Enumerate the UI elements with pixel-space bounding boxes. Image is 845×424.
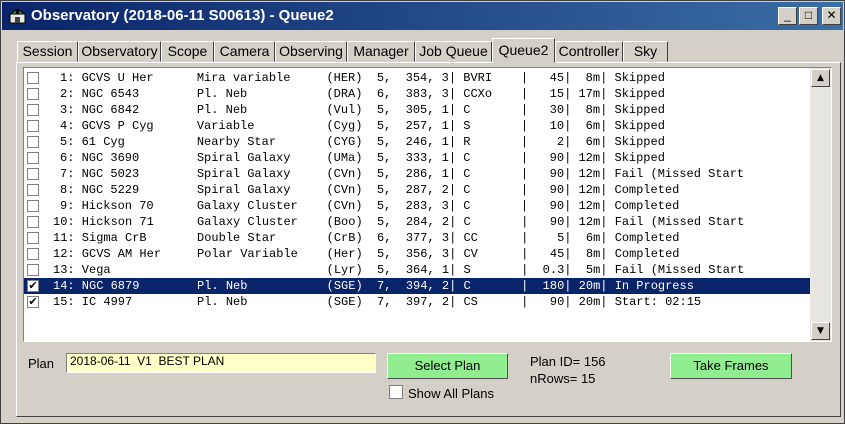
minimize-button[interactable]: _ — [778, 7, 797, 25]
scroll-up-button[interactable]: ▲ — [811, 69, 830, 87]
queue-row[interactable]: 5: 61 Cyg Nearby Star (CYG) 5, 246, 1| R… — [24, 134, 810, 150]
tab-session[interactable]: Session — [17, 41, 78, 62]
queue-row[interactable]: 2: NGC 6543 Pl. Neb (DRA) 6, 383, 3| CCX… — [24, 86, 810, 102]
queue-row[interactable]: 10: Hickson 71 Galaxy Cluster (Boo) 5, 2… — [24, 214, 810, 230]
row-checkbox[interactable] — [27, 184, 39, 196]
queue-row-text: 11: Sigma CrB Double Star (CrB) 6, 377, … — [53, 231, 680, 245]
row-checkbox[interactable] — [27, 232, 39, 244]
tab-sky[interactable]: Sky — [623, 41, 668, 62]
tab-scope[interactable]: Scope — [161, 41, 214, 62]
queue-row-text: 5: 61 Cyg Nearby Star (CYG) 5, 246, 1| R… — [60, 135, 665, 149]
queue-row-text: 10: Hickson 71 Galaxy Cluster (Boo) 5, 2… — [53, 215, 745, 229]
queue-row[interactable]: 3: NGC 6842 Pl. Neb (Vul) 5, 305, 1| C |… — [24, 102, 810, 118]
row-checkbox[interactable] — [27, 72, 39, 84]
queue-row[interactable]: 8: NGC 5229 Spiral Galaxy (CVn) 5, 287, … — [24, 182, 810, 198]
plan-id-readout: Plan ID= 156 — [530, 354, 606, 369]
tab-job-queue[interactable]: Job Queue — [415, 41, 492, 62]
tab-observatory[interactable]: Observatory — [78, 41, 161, 62]
queue-row-text: 7: NGC 5023 Spiral Galaxy (CVn) 5, 286, … — [60, 167, 745, 181]
vertical-scrollbar[interactable]: ▲ ▼ — [810, 68, 831, 341]
queue-row[interactable]: 11: Sigma CrB Double Star (CrB) 6, 377, … — [24, 230, 810, 246]
plan-field[interactable]: 2018-06-11 V1 BEST PLAN — [66, 353, 376, 373]
queue-row-text: 8: NGC 5229 Spiral Galaxy (CVn) 5, 287, … — [60, 183, 680, 197]
show-all-plans-label: Show All Plans — [408, 386, 494, 401]
maximize-icon: □ — [804, 8, 813, 22]
scroll-down-button[interactable]: ▼ — [811, 322, 830, 340]
row-checkbox[interactable] — [27, 120, 39, 132]
window-title: Observatory (2018-06-11 S00613) - Queue2 — [31, 7, 334, 24]
arrow-down-icon: ▼ — [817, 326, 824, 336]
checkmark-icon: ✔ — [28, 279, 38, 292]
queue-row-text: 13: Vega (Lyr) 5, 364, 1| S | 0.3| 5m| F… — [53, 263, 745, 277]
close-icon: ✕ — [826, 8, 837, 22]
queue-row[interactable]: 7: NGC 5023 Spiral Galaxy (CVn) 5, 286, … — [24, 166, 810, 182]
tab-observing[interactable]: Observing — [275, 41, 347, 62]
queue-row[interactable]: 9: Hickson 70 Galaxy Cluster (CVn) 5, 28… — [24, 198, 810, 214]
queue-row[interactable]: ✔ 14: NGC 6879 Pl. Neb (SGE) 7, 394, 2| C… — [24, 278, 810, 294]
row-checkbox[interactable] — [27, 264, 39, 276]
select-plan-button[interactable]: Select Plan — [387, 353, 508, 379]
queue-row[interactable]: 13: Vega (Lyr) 5, 364, 1| S | 0.3| 5m| F… — [24, 262, 810, 278]
observatory-window: Observatory (2018-06-11 S00613) - Queue2… — [0, 0, 845, 424]
row-checkbox[interactable] — [27, 216, 39, 228]
close-button[interactable]: ✕ — [822, 7, 841, 25]
row-checkbox[interactable] — [27, 104, 39, 116]
tab-camera[interactable]: Camera — [214, 41, 275, 62]
row-checkbox[interactable] — [27, 152, 39, 164]
title-bar[interactable]: Observatory (2018-06-11 S00613) - Queue2… — [2, 2, 843, 30]
row-checkbox[interactable]: ✔ — [27, 280, 39, 292]
queue-row-text: 9: Hickson 70 Galaxy Cluster (CVn) 5, 28… — [60, 199, 680, 213]
tab-manager[interactable]: Manager — [347, 41, 415, 62]
minimize-icon: _ — [784, 8, 791, 22]
queue-row-text: 1: GCVS U Her Mira variable (HER) 5, 354… — [60, 71, 665, 85]
row-checkbox[interactable] — [27, 136, 39, 148]
take-frames-button[interactable]: Take Frames — [670, 353, 792, 379]
plan-label: Plan — [28, 356, 55, 371]
app-icon — [9, 9, 26, 24]
queue-row-text: 15: IC 4997 Pl. Neb (SGE) 7, 397, 2| CS … — [53, 295, 702, 309]
queue-row[interactable]: ✔ 15: IC 4997 Pl. Neb (SGE) 7, 397, 2| CS… — [24, 294, 810, 310]
row-checkbox[interactable] — [27, 248, 39, 260]
arrow-up-icon: ▲ — [817, 73, 824, 83]
queue-list[interactable]: 1: GCVS U Her Mira variable (HER) 5, 354… — [23, 67, 832, 342]
queue-row[interactable]: 1: GCVS U Her Mira variable (HER) 5, 354… — [24, 70, 810, 86]
queue-row[interactable]: 12: GCVS AM Her Polar Variable (Her) 5, … — [24, 246, 810, 262]
nrows-readout: nRows= 15 — [530, 371, 596, 386]
queue-row-text: 14: NGC 6879 Pl. Neb (SGE) 7, 394, 2| C … — [53, 279, 694, 293]
row-checkbox[interactable] — [27, 168, 39, 180]
show-all-plans-checkbox[interactable] — [389, 385, 403, 399]
row-checkbox[interactable] — [27, 200, 39, 212]
tab-controller[interactable]: Controller — [555, 41, 623, 62]
queue-row-text: 3: NGC 6842 Pl. Neb (Vul) 5, 305, 1| C |… — [60, 103, 665, 117]
queue-row-text: 4: GCVS P Cyg Variable (Cyg) 5, 257, 1| … — [60, 119, 665, 133]
queue-row[interactable]: 6: NGC 3690 Spiral Galaxy (UMa) 5, 333, … — [24, 150, 810, 166]
queue-row[interactable]: 4: GCVS P Cyg Variable (Cyg) 5, 257, 1| … — [24, 118, 810, 134]
queue-row-text: 2: NGC 6543 Pl. Neb (DRA) 6, 383, 3| CCX… — [60, 87, 665, 101]
row-checkbox[interactable]: ✔ — [27, 296, 39, 308]
queue-row-text: 12: GCVS AM Her Polar Variable (Her) 5, … — [53, 247, 680, 261]
queue-row-text: 6: NGC 3690 Spiral Galaxy (UMa) 5, 333, … — [60, 151, 665, 165]
checkmark-icon: ✔ — [28, 295, 38, 308]
tab-queue2[interactable]: Queue2 — [492, 38, 555, 63]
queue-rows: 1: GCVS U Her Mira variable (HER) 5, 354… — [24, 70, 810, 310]
maximize-button[interactable]: □ — [799, 7, 818, 25]
row-checkbox[interactable] — [27, 88, 39, 100]
